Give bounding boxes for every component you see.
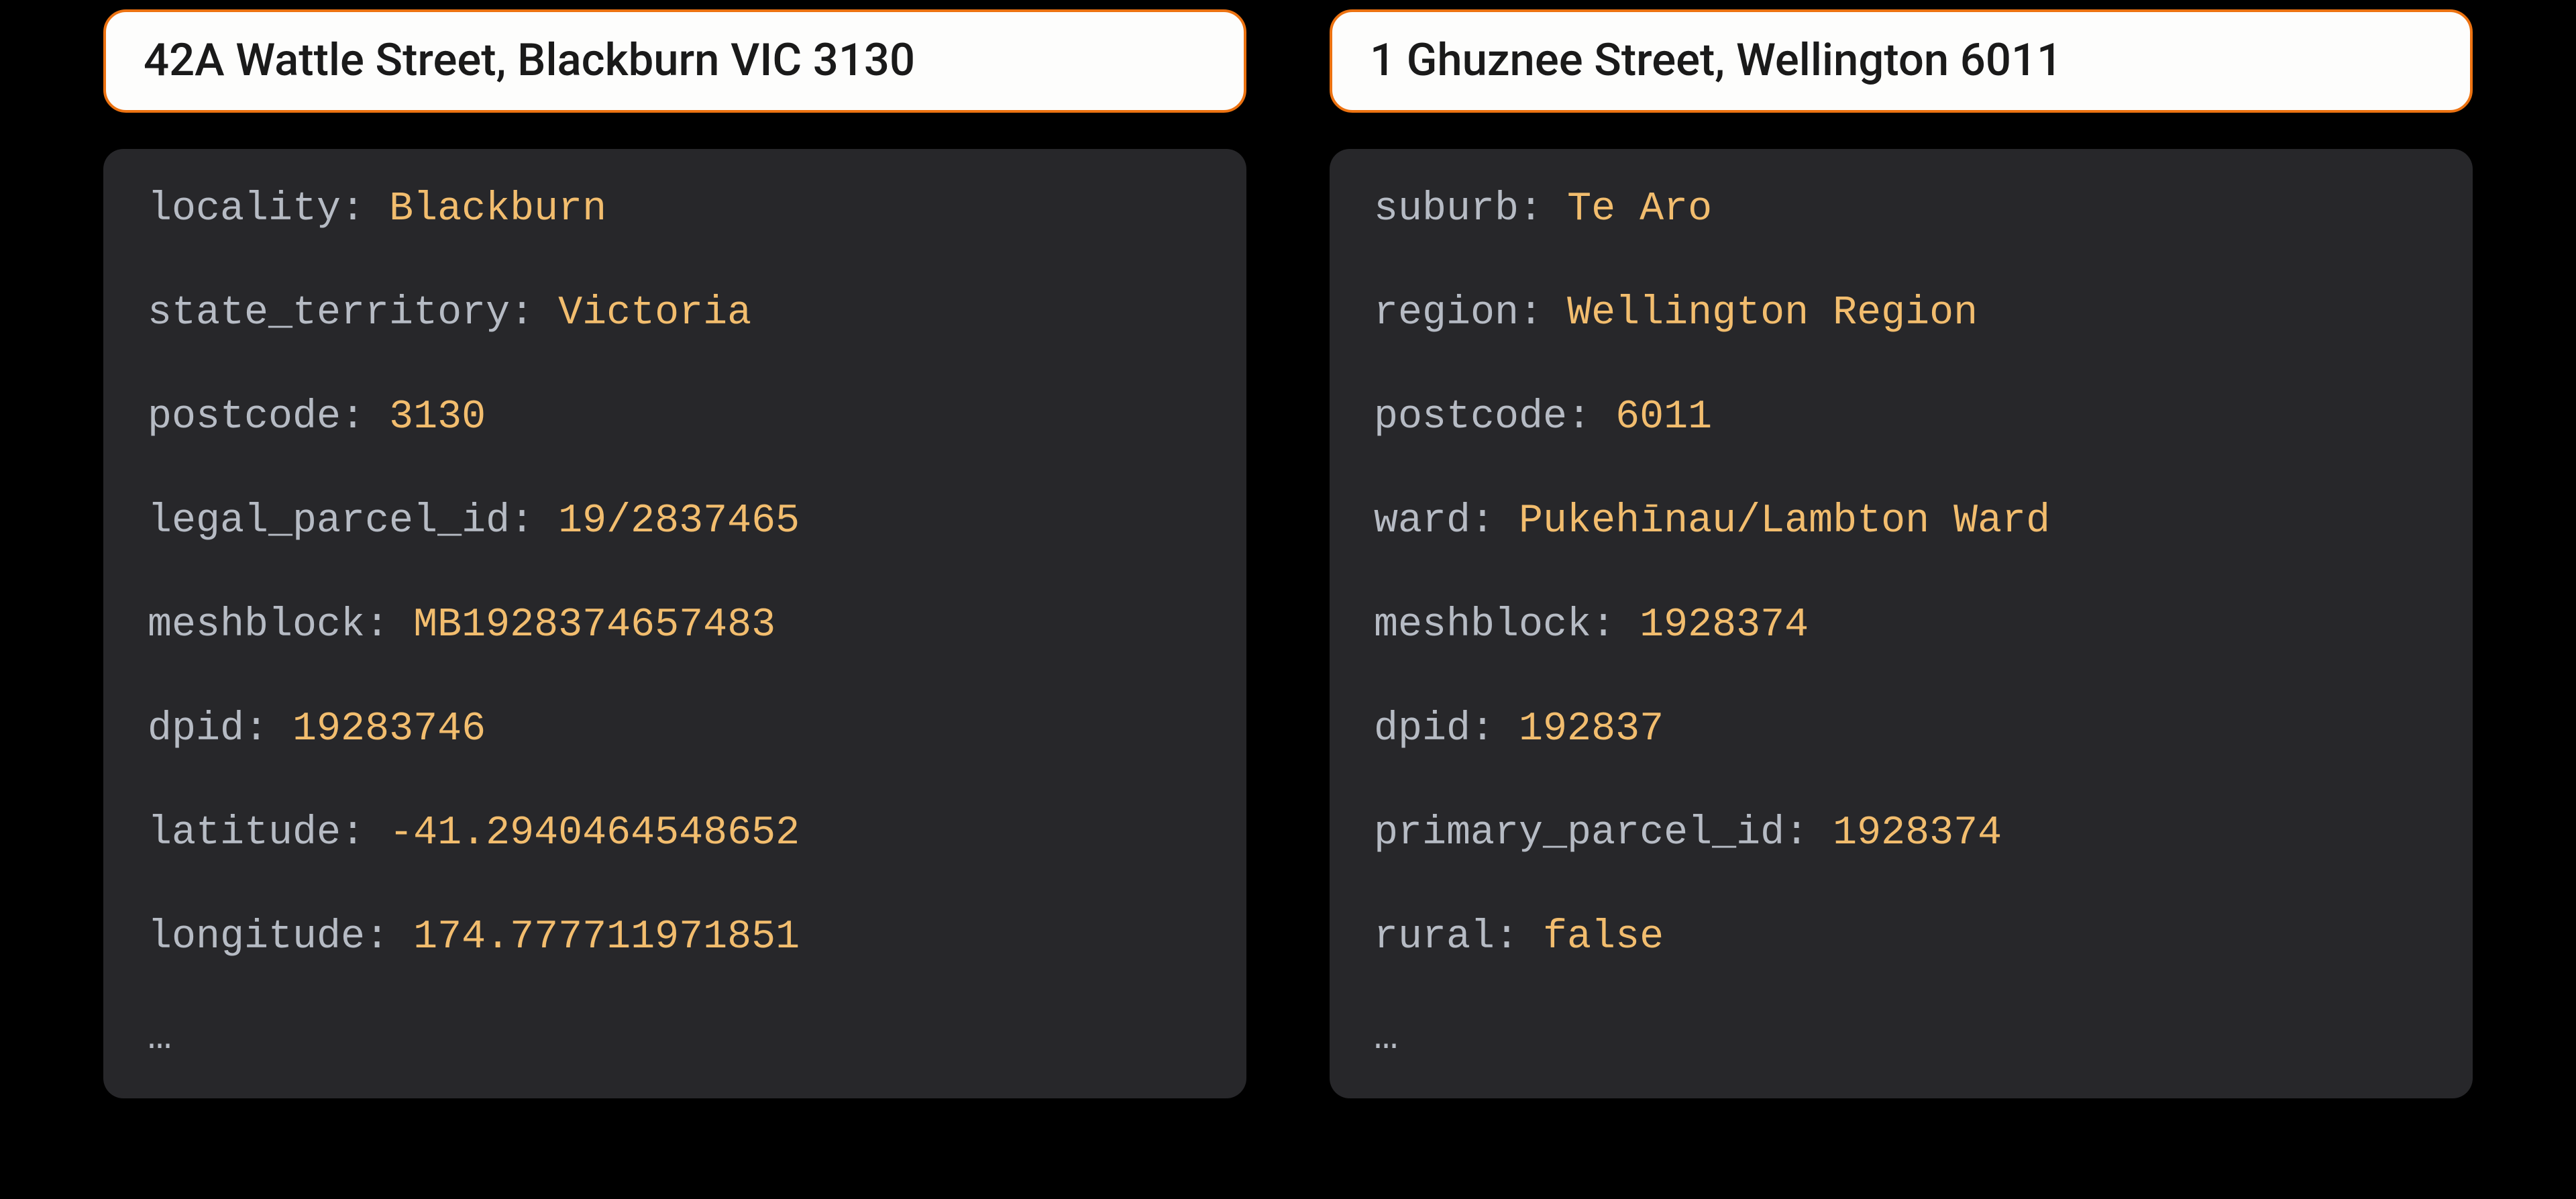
cards-container: 42A Wattle Street, Blackburn VIC 3130 lo… [0,0,2576,1098]
colon: : [1495,915,1543,960]
colon: : [1519,291,1567,336]
result-value: 1928374 [1833,811,2002,856]
result-row: longitude: 174.777711971851 [148,917,1214,957]
result-key: rural [1374,915,1495,960]
result-value: -41.2940464548652 [389,811,800,856]
result-row: postcode: 3130 [148,397,1214,437]
result-value: 192837 [1519,707,1664,752]
result-row: primary_parcel_id: 1928374 [1374,813,2440,853]
result-key: latitude [148,811,341,856]
result-key: meshblock [148,603,365,648]
result-key: suburb [1374,187,1519,232]
result-row: ward: Pukehīnau/Lambton Ward [1374,501,2440,541]
colon: : [1470,499,1519,544]
result-value: 19283746 [292,707,486,752]
result-value: Victoria [558,291,751,336]
result-ellipsis: … [148,1018,1214,1058]
result-row: postcode: 6011 [1374,397,2440,437]
result-value: Blackburn [389,187,606,232]
colon: : [244,707,292,752]
colon: : [341,187,389,232]
result-row: legal_parcel_id: 19/2837465 [148,501,1214,541]
result-row: region: Wellington Region [1374,293,2440,333]
result-key: dpid [1374,707,1470,752]
result-value: Pukehīnau/Lambton Ward [1519,499,2050,544]
result-value: false [1543,915,1664,960]
result-key: ward [1374,499,1470,544]
colon: : [1519,187,1567,232]
colon: : [510,499,558,544]
result-row: meshblock: MB1928374657483 [148,605,1214,645]
result-key: meshblock [1374,603,1591,648]
result-value: 174.777711971851 [413,915,800,960]
result-row: dpid: 19283746 [148,709,1214,749]
result-key: postcode [148,395,341,440]
result-key: legal_parcel_id [148,499,510,544]
result-value: 1928374 [1640,603,1809,648]
card-column: 42A Wattle Street, Blackburn VIC 3130 lo… [103,9,1246,1098]
colon: : [341,395,389,440]
card-column: 1 Ghuznee Street, Wellington 6011 suburb… [1330,9,2473,1098]
address-input[interactable]: 1 Ghuznee Street, Wellington 6011 [1330,9,2473,113]
result-ellipsis: … [1374,1018,2440,1058]
colon: : [365,915,413,960]
colon: : [1470,707,1519,752]
result-key: primary_parcel_id [1374,811,1784,856]
result-row: rural: false [1374,917,2440,957]
result-key: region [1374,291,1519,336]
result-value: 3130 [389,395,486,440]
result-row: latitude: -41.2940464548652 [148,813,1214,853]
result-row: state_territory: Victoria [148,293,1214,333]
result-key: postcode [1374,395,1567,440]
result-code-block: suburb: Te Aro region: Wellington Region… [1330,149,2473,1098]
colon: : [1784,811,1833,856]
result-value: 6011 [1615,395,1712,440]
result-row: suburb: Te Aro [1374,189,2440,229]
result-value: Wellington Region [1567,291,1978,336]
result-value: MB1928374657483 [413,603,775,648]
colon: : [1567,395,1615,440]
result-key: locality [148,187,341,232]
result-key: longitude [148,915,365,960]
result-row: dpid: 192837 [1374,709,2440,749]
result-key: dpid [148,707,244,752]
address-input[interactable]: 42A Wattle Street, Blackburn VIC 3130 [103,9,1246,113]
result-value: 19/2837465 [558,499,800,544]
result-key: state_territory [148,291,510,336]
result-value: Te Aro [1567,187,1712,232]
result-code-block: locality: Blackburn state_territory: Vic… [103,149,1246,1098]
colon: : [341,811,389,856]
colon: : [510,291,558,336]
result-row: meshblock: 1928374 [1374,605,2440,645]
colon: : [1591,603,1640,648]
colon: : [365,603,413,648]
result-row: locality: Blackburn [148,189,1214,229]
